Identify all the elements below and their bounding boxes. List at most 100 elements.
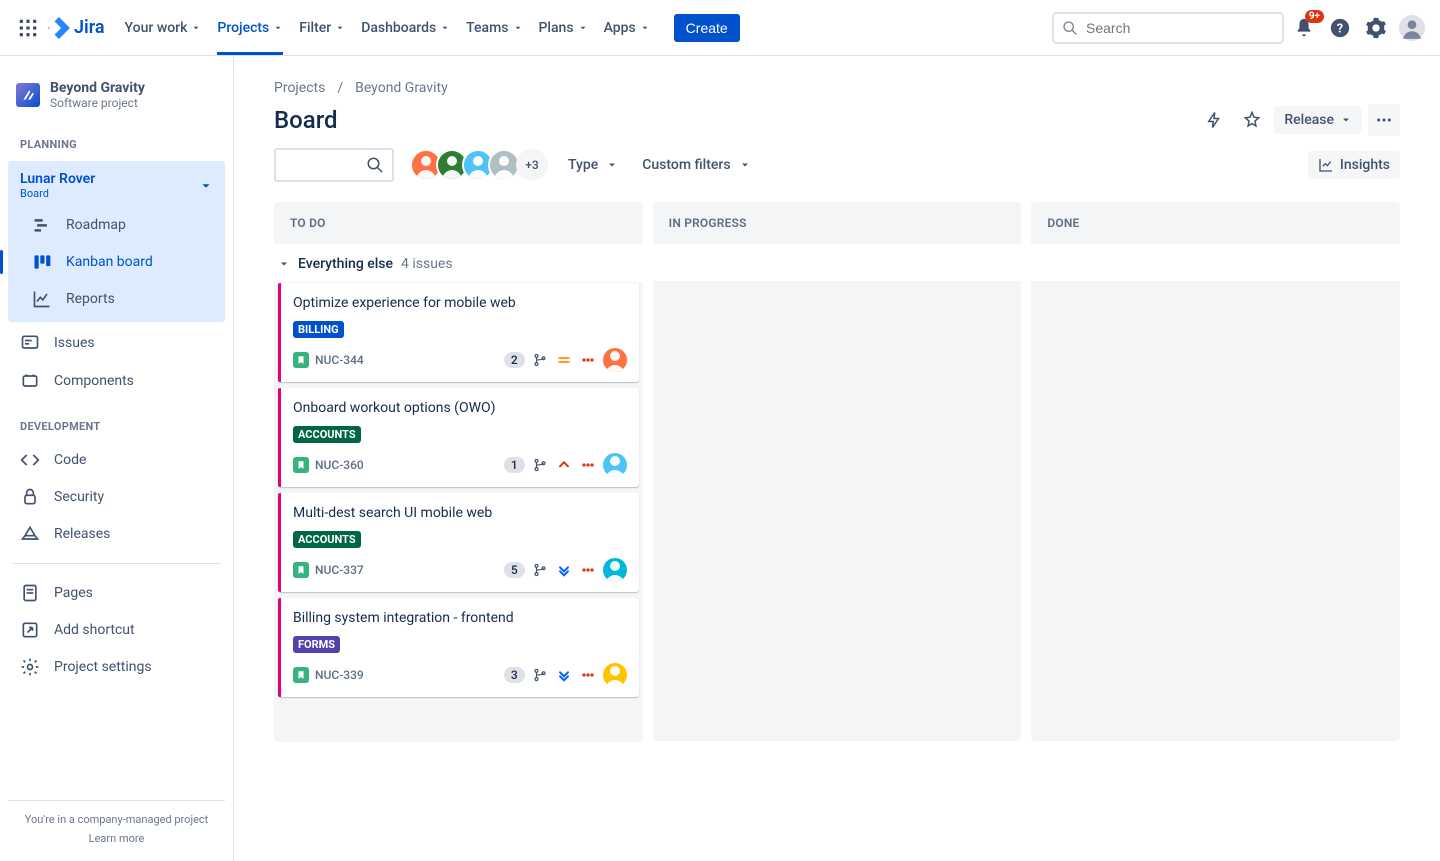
help-icon: ?	[1329, 17, 1351, 39]
roadmap-icon	[32, 215, 52, 235]
sidebar-section-planning: PLANNING	[8, 130, 225, 159]
release-button[interactable]: Release	[1274, 106, 1362, 134]
column-body-todo[interactable]: Optimize experience for mobile web BILLI…	[274, 282, 643, 742]
profile-button[interactable]	[1396, 12, 1428, 44]
assignee-avatar[interactable]	[603, 453, 627, 477]
branch-icon[interactable]	[531, 562, 549, 578]
nav-item-your-work[interactable]: Your work	[117, 14, 210, 42]
card-footer: NUC-344 2	[293, 348, 627, 372]
column-body-done[interactable]	[1031, 281, 1400, 741]
insights-button[interactable]: Insights	[1308, 151, 1400, 179]
card-title: Billing system integration - frontend	[293, 610, 627, 626]
story-icon	[293, 562, 309, 578]
releases-icon	[20, 524, 40, 544]
priority-icon	[555, 352, 573, 368]
nav-item-plans[interactable]: Plans	[531, 14, 596, 42]
avatar-icon	[1399, 15, 1425, 41]
type-filter[interactable]: Type	[564, 151, 622, 179]
chevron-down-icon	[513, 23, 523, 33]
subtask-count: 2	[504, 352, 525, 368]
breadcrumb-project[interactable]: Beyond Gravity	[355, 80, 448, 96]
sidebar-item-security[interactable]: Security	[8, 479, 225, 515]
issue-card[interactable]: Billing system integration - frontend FO…	[278, 598, 639, 697]
card-title: Multi-dest search UI mobile web	[293, 505, 627, 521]
search-input[interactable]	[1086, 20, 1274, 36]
chevron-down-icon	[640, 23, 650, 33]
global-search[interactable]	[1052, 12, 1284, 44]
card-footer: NUC-337 5	[293, 558, 627, 582]
jira-logo[interactable]: Jira	[48, 17, 105, 39]
project-type: Software project	[50, 96, 145, 110]
column-in-progress: IN PROGRESS	[653, 202, 1022, 742]
branch-icon[interactable]	[531, 667, 549, 683]
priority-icon	[555, 562, 573, 578]
assignee-avatar[interactable]	[603, 558, 627, 582]
column-header: DONE	[1031, 202, 1400, 244]
app-switcher-button[interactable]	[12, 12, 44, 44]
star-icon	[1243, 111, 1261, 129]
story-icon	[293, 457, 309, 473]
settings-button[interactable]	[1360, 12, 1392, 44]
swimlane-header[interactable]: Everything else 4 issues	[274, 244, 643, 282]
branch-icon[interactable]	[531, 457, 549, 473]
sidebar-item-project-settings[interactable]: Project settings	[8, 649, 225, 685]
board-search[interactable]	[274, 148, 394, 182]
breadcrumb-root[interactable]: Projects	[274, 80, 325, 96]
nav-item-dashboards[interactable]: Dashboards	[353, 14, 458, 42]
assignee-avatar[interactable]	[603, 348, 627, 372]
help-button[interactable]: ?	[1324, 12, 1356, 44]
nav-item-teams[interactable]: Teams	[458, 14, 530, 42]
sidebar-item-issues[interactable]: Issues	[8, 325, 225, 361]
assignee-filter-avatars[interactable]: +3	[410, 149, 548, 181]
sidebar-item-kanban-board[interactable]: Kanban board	[8, 244, 225, 280]
issue-card[interactable]: Onboard workout options (OWO) ACCOUNTS N…	[278, 388, 639, 487]
learn-more-link[interactable]: Learn more	[16, 832, 217, 845]
notification-badge: 9+	[1305, 10, 1324, 23]
priority-icon	[555, 457, 573, 473]
nav-item-projects[interactable]: Projects	[209, 14, 291, 42]
card-title: Optimize experience for mobile web	[293, 295, 627, 311]
project-avatar-icon	[16, 83, 40, 107]
priority-icon	[555, 667, 573, 683]
star-button[interactable]	[1236, 104, 1268, 136]
custom-filters[interactable]: Custom filters	[638, 151, 754, 179]
status-dots-icon	[579, 667, 597, 683]
bolt-icon	[1205, 111, 1223, 129]
kanban-board-icon	[32, 252, 52, 272]
chevron-down-icon	[440, 23, 450, 33]
sidebar-item-roadmap[interactable]: Roadmap	[8, 207, 225, 243]
chevron-down-icon	[278, 258, 290, 270]
more-actions-button[interactable]	[1368, 104, 1400, 136]
automation-button[interactable]	[1198, 104, 1230, 136]
create-button[interactable]: Create	[674, 14, 740, 42]
filter-avatar-overflow[interactable]: +3	[516, 149, 548, 181]
sidebar-item-releases[interactable]: Releases	[8, 516, 225, 552]
sidebar-item-pages[interactable]: Pages	[8, 575, 225, 611]
sidebar-item-code[interactable]: Code	[8, 442, 225, 478]
issue-card[interactable]: Optimize experience for mobile web BILLI…	[278, 283, 639, 382]
header-actions: Release	[1198, 104, 1400, 136]
board-nav-header[interactable]: Lunar Rover Board	[8, 165, 225, 206]
assignee-avatar[interactable]	[603, 663, 627, 687]
sidebar-item-components[interactable]: Components	[8, 363, 225, 399]
status-dots-icon	[579, 562, 597, 578]
sidebar-item-reports[interactable]: Reports	[8, 281, 225, 317]
issue-key[interactable]: NUC-339	[315, 668, 364, 682]
nav-item-apps[interactable]: Apps	[596, 14, 658, 42]
subtask-count: 3	[504, 667, 525, 683]
column-body-in-progress[interactable]	[653, 281, 1022, 741]
branch-icon[interactable]	[531, 352, 549, 368]
card-label: BILLING	[293, 321, 344, 338]
issue-key[interactable]: NUC-337	[315, 563, 364, 577]
issue-key[interactable]: NUC-344	[315, 353, 364, 367]
sidebar: Beyond Gravity Software project PLANNING…	[0, 56, 234, 861]
nav-item-filter[interactable]: Filter	[291, 14, 353, 42]
more-icon	[1375, 111, 1393, 129]
project-header[interactable]: Beyond Gravity Software project	[8, 80, 225, 130]
chevron-down-icon	[606, 159, 618, 171]
sidebar-item-add-shortcut[interactable]: Add shortcut	[8, 612, 225, 648]
notifications-button[interactable]: 9+	[1288, 12, 1320, 44]
issue-card[interactable]: Multi-dest search UI mobile web ACCOUNTS…	[278, 493, 639, 592]
chevron-down-icon	[273, 23, 283, 33]
issue-key[interactable]: NUC-360	[315, 458, 364, 472]
